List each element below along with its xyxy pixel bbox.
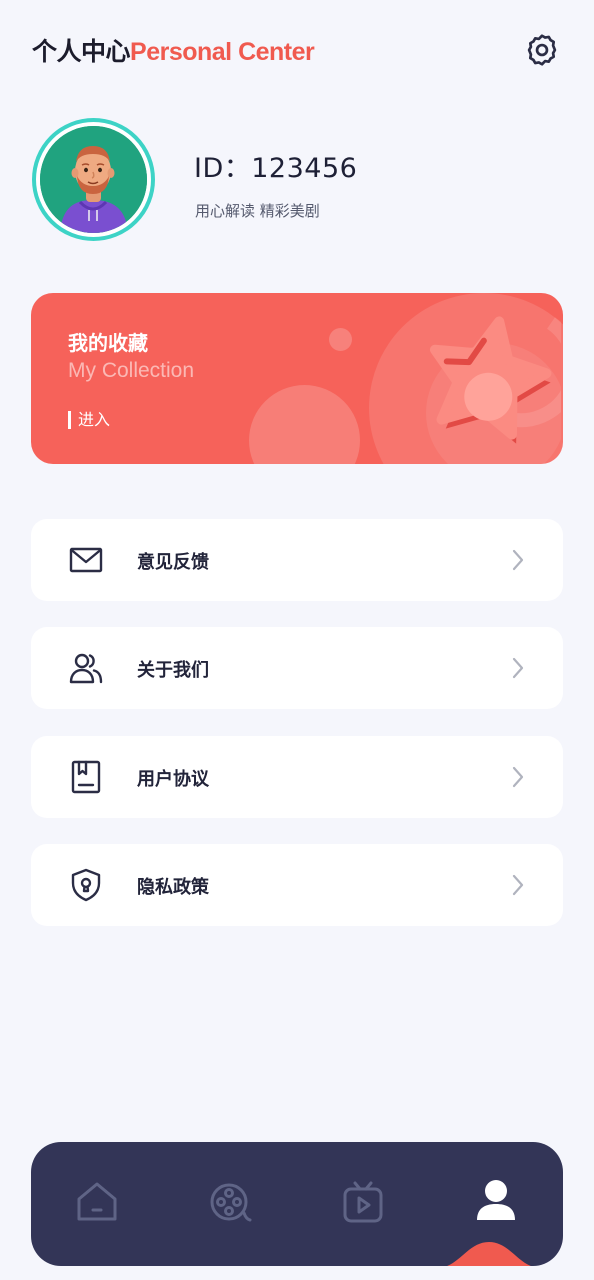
menu-item-privacy-policy[interactable]: 隐私政策 [31, 844, 563, 926]
user-icon[interactable] [474, 1178, 518, 1222]
chevron-right-icon [512, 657, 524, 679]
user-id: ID：123456 [194, 153, 358, 184]
menu-label-about: 关于我们 [137, 660, 209, 681]
users-icon [69, 653, 103, 684]
active-tab-indicator [446, 1242, 532, 1266]
header: 个人中心Personal Center [32, 30, 562, 70]
avatar-image [40, 126, 147, 233]
page-title: 个人中心Personal Center [32, 32, 315, 68]
collection-title: 我的收藏 [68, 331, 148, 355]
settings-button[interactable] [522, 30, 562, 70]
profile-section: ID：123456 用心解读 精彩美剧 [32, 118, 562, 242]
film-reel-icon[interactable] [208, 1180, 252, 1224]
my-collection-card[interactable]: 我的收藏 My Collection 进入 [31, 293, 563, 464]
shield-lock-icon [71, 868, 101, 902]
star-icon [426, 316, 561, 464]
bottom-tab-bar [31, 1142, 563, 1266]
collection-enter-link[interactable]: 进入 [68, 411, 110, 429]
gear-icon [527, 34, 557, 66]
menu-item-about[interactable]: 关于我们 [31, 627, 563, 709]
decor-circle [329, 328, 352, 351]
chevron-right-icon [512, 874, 524, 896]
page-title-cn: 个人中心 [32, 37, 131, 66]
chevron-right-icon [512, 549, 524, 571]
menu-label-privacy-policy: 隐私政策 [137, 877, 209, 898]
user-slogan: 用心解读 精彩美剧 [195, 202, 320, 220]
document-icon [71, 760, 101, 794]
chevron-right-icon [512, 766, 524, 788]
avatar[interactable] [32, 118, 155, 241]
menu-item-feedback[interactable]: 意见反馈 [31, 519, 563, 601]
decor-circle [249, 385, 360, 464]
tv-play-icon[interactable] [341, 1180, 385, 1224]
menu-label-feedback: 意见反馈 [137, 552, 209, 573]
mail-icon [69, 547, 103, 573]
menu-item-user-agreement[interactable]: 用户协议 [31, 736, 563, 818]
collection-subtitle: My Collection [68, 359, 195, 382]
page-title-en: Personal Center [130, 38, 315, 66]
menu-label-user-agreement: 用户协议 [137, 769, 209, 790]
home-icon[interactable] [75, 1180, 119, 1224]
